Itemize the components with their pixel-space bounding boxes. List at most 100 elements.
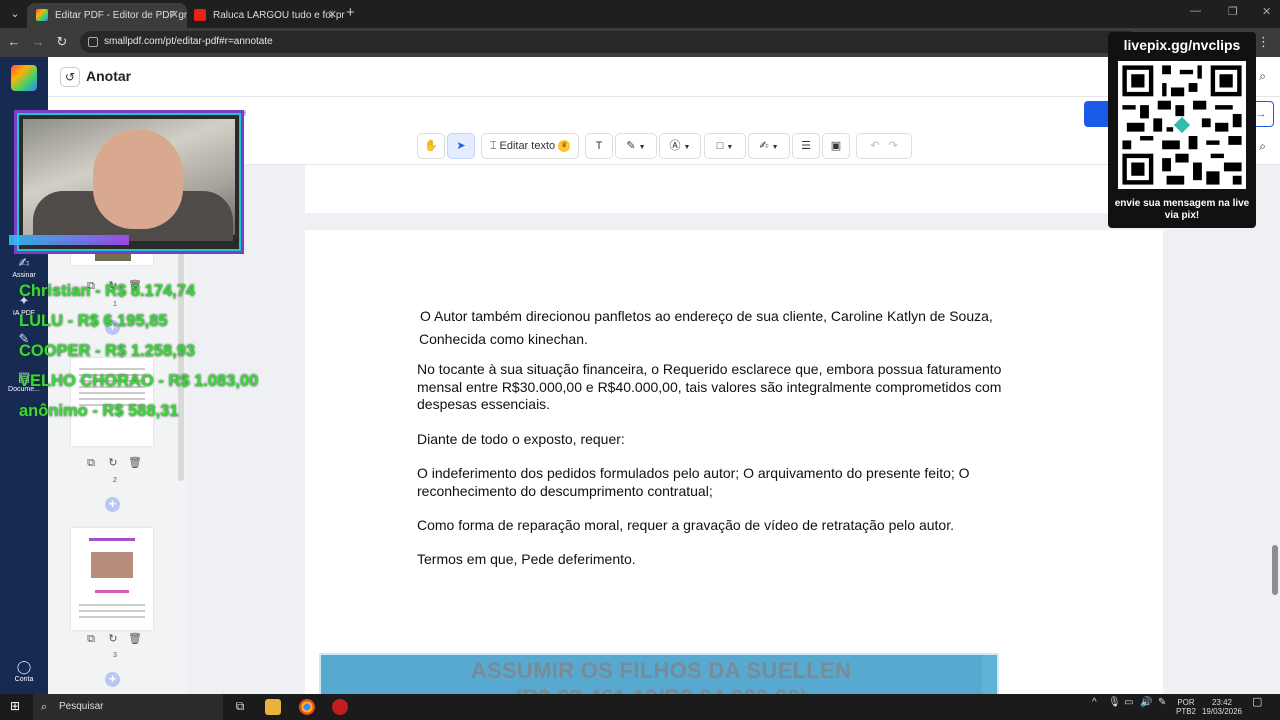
thumbnail-image xyxy=(91,552,133,578)
doc-paragraph[interactable]: Termos em que, Pede deferimento. xyxy=(417,551,1029,569)
image-icon: ▣ xyxy=(830,140,842,152)
chrome-icon[interactable] xyxy=(299,699,315,715)
hand-tool-button[interactable]: ✋ xyxy=(417,133,445,159)
donor-leaderboard: Christian - R$ 8.174,74 LULU - R$ 6.195,… xyxy=(19,276,258,426)
find-icon[interactable]: ⌕ xyxy=(1259,139,1266,154)
thumbnail-line xyxy=(79,616,145,618)
doc-paragraph[interactable]: O Autor também direcionou panfletos ao e… xyxy=(420,308,1060,326)
donor-entry: Christian - R$ 8.174,74 xyxy=(19,282,196,300)
taskbar-search[interactable]: ⌕ Pesquisar xyxy=(33,694,223,720)
browser-menu-icon[interactable]: ⋮ xyxy=(1257,34,1270,50)
notifications-icon[interactable]: ▢ xyxy=(1252,697,1262,708)
image-tool-button[interactable]: ▣ xyxy=(822,133,850,159)
thumbnail-heading xyxy=(89,538,135,541)
url-text: smallpdf.com/pt/editar-pdf#r=annotate xyxy=(104,36,273,47)
nav-item-account[interactable]: ◯ Conta xyxy=(0,659,48,683)
app-icon[interactable] xyxy=(332,699,348,715)
hand-icon: ✋ xyxy=(424,140,438,152)
webcam-overlay xyxy=(9,110,244,254)
highlight-tool-button[interactable]: Ⓐ ▼ xyxy=(659,133,701,159)
sign-icon: ✍ xyxy=(18,255,30,270)
redact-icon: ☰ xyxy=(801,140,811,152)
cursor-icon: ➤ xyxy=(456,140,466,152)
new-tab-button[interactable]: + xyxy=(346,4,355,21)
highlight-icon: Ⓐ xyxy=(669,140,681,152)
chevron-down-icon: ▼ xyxy=(771,144,779,151)
app-header: ↺ Anotar ⌕ xyxy=(48,57,1280,97)
close-window-icon[interactable]: ✕ xyxy=(1262,5,1271,18)
browser-tab[interactable]: Raluca LARGOU tudo e foi pro ✕ xyxy=(185,3,345,28)
url-field[interactable]: smallpdf.com/pt/editar-pdf#r=annotate xyxy=(80,31,1140,53)
pix-qr-overlay: livepix.gg/nvclips envie sua mensagem na… xyxy=(1108,32,1256,228)
microphone-icon[interactable]: 🎙 xyxy=(1108,698,1121,708)
back-icon[interactable]: ← xyxy=(6,34,22,49)
search-icon[interactable]: ⌕ xyxy=(1259,69,1266,84)
network-icon[interactable]: ▭ xyxy=(1124,698,1133,708)
rotate-page-icon[interactable]: ↻ xyxy=(102,632,124,645)
duplicate-page-icon[interactable]: ⧉ xyxy=(80,457,102,470)
maximize-icon[interactable]: ❐ xyxy=(1228,5,1238,18)
duplicate-page-icon[interactable]: ⧉ xyxy=(80,633,102,646)
text-tool-button[interactable]: T xyxy=(585,133,613,159)
browser-tab-active[interactable]: Editar PDF - Editor de PDF grátis ✕ xyxy=(27,3,187,28)
donor-entry: LULU - R$ 6.195,85 xyxy=(19,312,168,330)
tray-chevron-icon[interactable]: ^ xyxy=(1092,698,1097,708)
site-info-icon[interactable] xyxy=(88,37,98,47)
pen-icon: ✎ xyxy=(626,140,636,152)
forward-icon[interactable]: → xyxy=(30,34,46,49)
doc-paragraph[interactable]: No tocante à sua situação financeira, o … xyxy=(417,361,1029,414)
qr-header: livepix.gg/nvclips xyxy=(1123,37,1241,53)
clock[interactable]: 23:42 19/03/2026 xyxy=(1200,698,1244,716)
qr-code-icon xyxy=(1118,61,1246,189)
undo-icon[interactable]: ↶ xyxy=(870,140,879,152)
account-icon: ◯ xyxy=(16,659,32,674)
language-indicator[interactable]: POR PTB2 xyxy=(1176,698,1196,716)
windows-start-icon[interactable]: ⊞ xyxy=(10,700,23,713)
edit-text-button[interactable]: ⌶ Editar texto ♛ xyxy=(481,133,579,159)
text-box-icon: ⌶ xyxy=(489,140,497,152)
tab-title: Editar PDF - Editor de PDF grátis xyxy=(55,10,187,21)
search-icon: ⌕ xyxy=(41,701,48,713)
signature-tool-button[interactable]: ✍ ▼ xyxy=(748,133,790,159)
pen-icon[interactable]: ✎ xyxy=(1158,698,1166,708)
chevron-down-icon: ▼ xyxy=(638,144,646,151)
select-tool-button[interactable]: ➤ xyxy=(447,133,475,159)
close-tab-icon[interactable]: ✕ xyxy=(328,3,337,28)
page-thumbnail-3[interactable] xyxy=(71,528,153,630)
redact-tool-button[interactable]: ☰ xyxy=(792,133,820,159)
crown-icon: ♛ xyxy=(558,140,571,153)
donor-entry: COOPER - R$ 1.258,93 xyxy=(19,342,196,360)
pen-tool-button[interactable]: ✎ ▼ xyxy=(615,133,657,159)
qr-footer: envie sua mensagem na live via pix! xyxy=(1114,198,1250,221)
close-tab-icon[interactable]: ✕ xyxy=(170,3,179,28)
thumbnail-link xyxy=(95,590,129,593)
doc-paragraph[interactable]: Conhecida como kinechan. xyxy=(419,331,1059,349)
windows-taskbar: ⊞ ⌕ Pesquisar ⧉ ^ 🎙 ▭ 🔊 ✎ POR PTB2 23:42… xyxy=(0,694,1280,720)
add-page-button[interactable]: + xyxy=(105,497,120,512)
page-number: 3 xyxy=(113,652,117,659)
delete-page-icon[interactable]: 🗑 xyxy=(124,632,146,645)
doc-paragraph[interactable]: Diante de todo o exposto, requer: xyxy=(417,431,1029,449)
doc-paragraph[interactable]: O indeferimento dos pedidos formulados p… xyxy=(417,465,1007,500)
add-page-button[interactable]: + xyxy=(105,672,120,687)
undo-history-button[interactable]: ↺ xyxy=(60,67,80,87)
document-scrollbar[interactable] xyxy=(1272,545,1278,595)
smallpdf-logo[interactable] xyxy=(11,65,37,91)
thumbnail-line xyxy=(79,604,145,606)
breadcrumb[interactable]: f xyxy=(244,111,246,118)
thumbnail-line xyxy=(79,610,145,612)
delete-page-icon[interactable]: 🗑 xyxy=(124,456,146,469)
reload-icon[interactable]: ↻ xyxy=(54,34,70,50)
pdf-page-current[interactable]: O Autor também direcionou panfletos ao e… xyxy=(305,230,1163,700)
doc-paragraph[interactable]: Como forma de reparação moral, requer a … xyxy=(417,517,1029,535)
minimize-icon[interactable]: — xyxy=(1190,5,1201,17)
tab-search-icon[interactable]: ⌄ xyxy=(6,5,24,23)
volume-icon[interactable]: 🔊 xyxy=(1140,698,1152,708)
shape-tool-button[interactable]: □ ▼ xyxy=(704,133,746,159)
redo-icon[interactable]: ↷ xyxy=(889,140,898,152)
smallpdf-favicon-icon xyxy=(36,9,48,21)
rotate-page-icon[interactable]: ↻ xyxy=(102,456,124,469)
file-explorer-icon[interactable] xyxy=(265,699,281,715)
task-view-icon[interactable]: ⧉ xyxy=(232,699,248,715)
address-bar-row: ← → ↻ smallpdf.com/pt/editar-pdf#r=annot… xyxy=(0,28,1280,57)
